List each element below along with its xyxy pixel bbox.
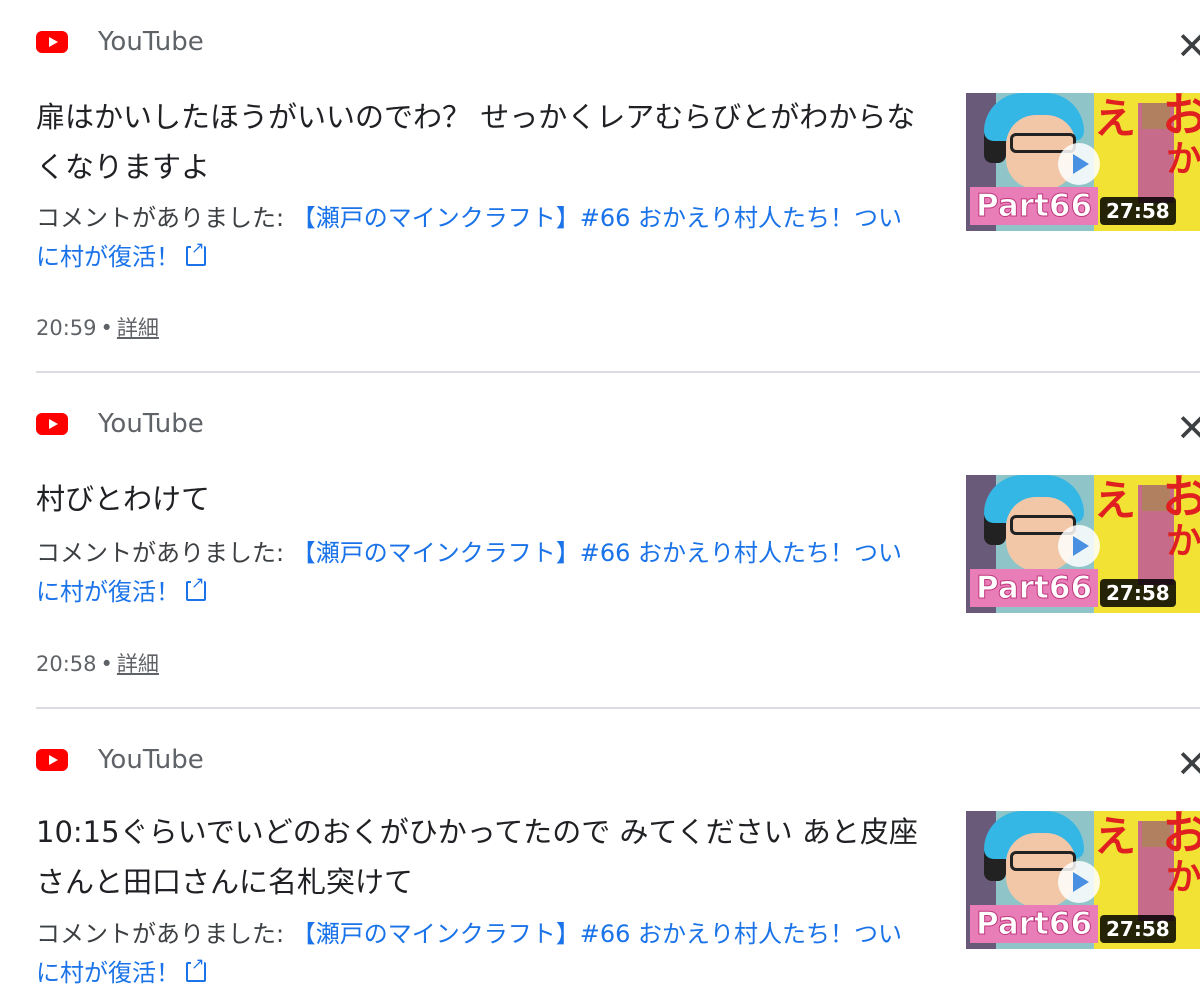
play-icon [1058,143,1100,185]
divider [36,707,1200,709]
thumbnail-text: お [1162,93,1200,142]
notification-meta: 20:58 • 詳細 [36,648,159,678]
thumbnail-part-label: Part66 [970,905,1099,943]
thumbnail-text: か [1166,521,1200,562]
thumbnail-part-label: Part66 [970,187,1099,225]
notification-message: 10:15ぐらいでいどのおくがひかってたので みてください あと皮座さんと田口さ… [36,815,918,899]
close-icon[interactable]: ✕ [1176,408,1200,448]
youtube-logo-icon [36,31,68,53]
app-name: YouTube [98,745,204,775]
video-duration: 27:58 [1100,915,1176,943]
details-link[interactable]: 詳細 [117,652,159,676]
close-icon[interactable]: ✕ [1176,744,1200,784]
play-icon [1058,861,1100,903]
app-name: YouTube [98,409,204,439]
details-link[interactable]: 詳細 [117,316,159,340]
thumbnail-part-label: Part66 [970,569,1099,607]
app-name: YouTube [98,27,204,57]
comment-prefix: コメントがありました: [36,204,292,232]
comment-detail: コメントがありました: 【瀬戸のマインクラフト】#66 おかえり村人たち！ついに… [36,534,916,612]
youtube-logo-icon [36,413,68,435]
external-link-icon[interactable] [186,956,206,982]
app-header: YouTube [36,406,204,442]
thumbnail-text: お [1162,811,1200,860]
divider [36,371,1200,373]
notification-time: 20:59 [36,316,97,340]
meta-separator: • [100,316,113,340]
thumbnail-text: え [1094,94,1137,143]
comment-detail: コメントがありました: 【瀬戸のマインクラフト】#66 おかえり村人たち！ついに… [36,199,916,277]
comment-detail: コメントがありました: 【瀬戸のマインクラフト】#66 おかえり村人たち！ついに… [36,915,916,993]
video-duration: 27:58 [1100,579,1176,607]
thumbnail-text: か [1166,857,1200,898]
meta-separator: • [100,652,113,676]
video-thumbnail[interactable]: え お か Part66 27:58 [966,93,1200,231]
comment-prefix: コメントがありました: [36,539,292,567]
thumbnail-text: え [1094,476,1137,525]
app-header: YouTube [36,742,204,778]
youtube-logo-icon [36,749,68,771]
app-header: YouTube [36,24,204,60]
video-thumbnail[interactable]: え お か Part66 27:58 [966,811,1200,949]
external-link-icon[interactable] [186,240,206,266]
close-icon[interactable]: ✕ [1176,26,1200,66]
notification-meta: 20:59 • 詳細 [36,312,159,342]
notification-time: 20:58 [36,652,97,676]
comment-prefix: コメントがありました: [36,920,292,948]
video-duration: 27:58 [1100,197,1176,225]
thumbnail-text: え [1094,812,1137,861]
external-link-icon[interactable] [186,575,206,601]
notification-message: 村びとわけて [36,482,211,516]
thumbnail-text: お [1162,475,1200,524]
notification-message: 扉はかいしたほうがいいのでわ？ せっかくレアむらびとがわからなくなりますよ [36,100,916,184]
play-icon [1058,525,1100,567]
video-thumbnail[interactable]: え お か Part66 27:58 [966,475,1200,613]
thumbnail-text: か [1166,139,1200,180]
